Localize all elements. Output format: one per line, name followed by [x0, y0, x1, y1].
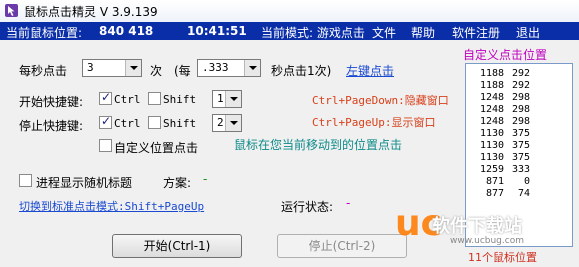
list-item[interactable]: 871 0	[466, 176, 572, 188]
menu-register[interactable]: 软件注册	[452, 24, 500, 41]
random-title-checkbox[interactable]	[19, 174, 32, 187]
mouse-position-label: 当前鼠标位置:	[6, 26, 83, 40]
stop-shift-label: Shift	[163, 117, 197, 130]
current-mode: 当前模式: 游戏点击	[261, 26, 365, 40]
start-ctrl-label: Ctrl	[114, 93, 141, 106]
window-title: 鼠标点击精灵 V 3.9.139	[24, 5, 158, 19]
list-item[interactable]: 877 74	[466, 188, 572, 200]
list-item[interactable]: 1130 375	[466, 152, 572, 164]
app-icon	[5, 4, 18, 17]
start-ctrl-checkbox[interactable]	[99, 90, 112, 105]
title-bar: 鼠标点击精灵 V 3.9.139	[0, 0, 579, 23]
times-unit-label: 次	[150, 64, 163, 78]
list-item[interactable]: 1130 375	[466, 128, 572, 140]
chevron-down-icon	[244, 60, 260, 76]
clicks-per-second-label: 每秒点击	[19, 64, 68, 78]
mouse-coords: 840 418	[99, 24, 154, 38]
hide-window-hint: Ctrl+PageDown:隐藏窗口	[312, 94, 449, 107]
start-shift-checkbox[interactable]	[148, 92, 161, 105]
list-item[interactable]: 1130 375	[466, 140, 572, 152]
per-click-label: 秒点击1次)	[271, 64, 332, 78]
app-window: 鼠标点击精灵 V 3.9.139 当前鼠标位置: 840 418 10:41:5…	[0, 0, 579, 267]
custom-position-hint: 鼠标在您当前移动到的位置点击	[234, 138, 403, 152]
menu-file[interactable]: 文件	[372, 24, 396, 41]
start-hotkey-label: 开始快捷键:	[19, 95, 84, 109]
run-state-label: 运行状态:	[281, 200, 334, 214]
start-shift-label: Shift	[163, 93, 197, 106]
stop-shift-checkbox[interactable]	[148, 116, 161, 129]
list-item[interactable]: 1259 333	[466, 164, 572, 176]
stop-ctrl-label: Ctrl	[114, 117, 141, 130]
click-count-select[interactable]: 3	[82, 59, 142, 77]
random-title-label: 进程显示随机标题	[36, 176, 133, 190]
watermark-url: www.ucbug.com	[450, 236, 524, 246]
list-item[interactable]: 1248 298	[466, 92, 572, 104]
chevron-down-icon	[125, 60, 141, 76]
run-state-value: -	[346, 196, 351, 210]
stop-ctrl-checkbox[interactable]	[99, 114, 112, 129]
stop-key-select[interactable]: 2	[212, 114, 242, 132]
menu-exit[interactable]: 退出	[516, 24, 540, 41]
status-bar: 当前鼠标位置: 840 418 10:41:51 当前模式: 游戏点击 文件 帮…	[0, 22, 579, 40]
plan-value: -	[203, 172, 208, 186]
list-item[interactable]: 1248 298	[466, 116, 572, 128]
plan-label: 方案:	[163, 176, 192, 190]
custom-positions-title: 自定义点击位置	[463, 48, 548, 62]
chevron-down-icon	[225, 115, 241, 131]
left-click-link[interactable]: 左键点击	[346, 62, 394, 79]
show-window-hint: Ctrl+PageUp:显示窗口	[312, 116, 436, 129]
watermark-text: 软件下载站	[432, 216, 522, 237]
custom-position-checkbox[interactable]	[99, 139, 112, 152]
chevron-down-icon	[225, 91, 241, 107]
list-item[interactable]: 1188 292	[466, 68, 572, 80]
clock: 10:41:51	[187, 24, 247, 38]
start-button[interactable]: 开始(Ctrl-1)	[112, 234, 242, 258]
custom-position-label: 自定义位置点击	[114, 141, 199, 155]
switch-standard-mode-link[interactable]: 切换到标准点击模式:Shift+PageUp	[19, 198, 204, 214]
positions-count: 11个鼠标位置	[468, 251, 537, 264]
menu-help[interactable]: 帮助	[411, 24, 435, 41]
stop-button[interactable]: 停止(Ctrl-2)	[277, 234, 407, 258]
list-item[interactable]: 1248 298	[466, 104, 572, 116]
list-item[interactable]: 1188 292	[466, 80, 572, 92]
every-label: (每	[174, 64, 191, 78]
interval-select[interactable]: .333	[197, 59, 261, 77]
start-key-select[interactable]: 1	[212, 90, 242, 108]
stop-hotkey-label: 停止快捷键:	[19, 119, 84, 133]
